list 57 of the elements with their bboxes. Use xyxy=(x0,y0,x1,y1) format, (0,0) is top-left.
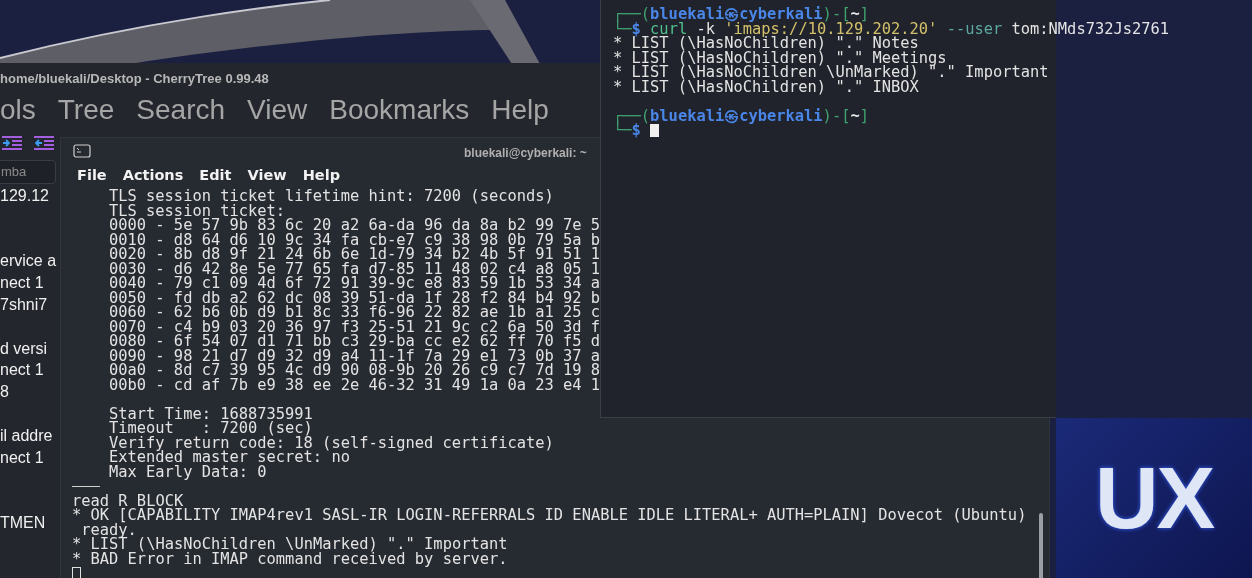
terminal-line: 0030 - d6 42 8e 5e 77 65 fa d7-85 11 48 02 c4 a8 05 1 xyxy=(109,261,602,276)
indent-icon[interactable] xyxy=(2,136,22,150)
terminal-line: * LIST (\HasNoChildren) "." INBOX xyxy=(613,79,919,94)
terminal-line: 0060 - 62 b6 0b d9 b1 8c 33 f6-96 22 82 ae 1b a1 25 c xyxy=(109,305,602,320)
terminal-line: Max Early Data: 0 xyxy=(109,464,268,479)
window-title: bluekali@cyberkali: ~ xyxy=(464,145,587,162)
tree-node-text[interactable]: nect 1 xyxy=(0,359,57,382)
menu-item[interactable]: Bookmarks xyxy=(329,93,470,127)
terminal-line: 0020 - 8b d8 9f 21 24 6b 6e 1d-79 34 b2 4b 5f 91 51 1 xyxy=(109,247,602,262)
tree-node-text[interactable]: TMEN xyxy=(0,511,57,534)
terminal-line: * LIST (\HasNoChildren) "." Notes xyxy=(613,36,919,51)
terminal-line: 00a0 - 8d c7 39 95 4c d9 90 08-9b 20 26 c9 c7 7d 19 8 xyxy=(109,363,602,378)
terminal-line: ready. xyxy=(80,522,137,537)
terminal-line: 00b0 - cd af 7b e9 38 ee 2e 46-32 31 49 1a 0a 23 e4 1 xyxy=(109,377,602,392)
terminal-icon xyxy=(73,144,91,158)
terminal-line: 0090 - 98 21 d7 d9 32 d9 a4 11-1f 7a 29 e1 73 0b 37 a xyxy=(109,348,602,363)
terminal-line: 0010 - d8 64 d6 10 9c 34 fa cb-e7 c9 38 98 0b 79 5a b xyxy=(109,232,602,247)
terminal-line: Start Time: 1688735991 xyxy=(109,406,314,421)
terminal-line: Timeout : 7200 (sec) xyxy=(109,421,314,436)
terminal-line: 0000 - 5e 57 9b 83 6c 20 a2 6a-da 96 da 8a b2 99 7e 5 xyxy=(109,218,602,233)
tree-node-text[interactable]: 8 xyxy=(0,381,57,403)
terminal-line: Extended master secret: no xyxy=(109,450,350,465)
terminal-line: * BAD Error in IMAP command received by server. xyxy=(72,551,509,566)
terminal-line: * LIST (\HasNoChildren \UnMarked) "." Important xyxy=(72,537,509,552)
wallpaper-logo: UX xyxy=(1056,418,1252,578)
terminal-line: TLS session ticket lifetime hint: 7200 (seconds) xyxy=(109,189,555,204)
tree-node-text[interactable]: 129.12 xyxy=(0,185,57,207)
window-title: home/bluekali/Desktop - CherryTree 0.99.48 xyxy=(0,70,269,88)
menu-item[interactable]: ols xyxy=(0,93,36,127)
menu-item[interactable]: View xyxy=(247,165,287,187)
terminal-line: * LIST (\HasNoChildren \UnMarked) "." Important xyxy=(613,65,1049,80)
terminal-line: read R BLOCK xyxy=(72,493,184,508)
menu-item[interactable]: Actions xyxy=(122,165,184,187)
menu-item[interactable]: Search xyxy=(136,93,226,127)
terminal-line: * LIST (\HasNoChildren) "." Meetings xyxy=(613,50,947,65)
tree-node-text[interactable]: nect 1 xyxy=(0,272,57,294)
tree-node-text[interactable]: 7shni7 xyxy=(0,294,57,316)
terminal-line: 0040 - 79 c1 09 4d 6f 72 91 39-9c e8 83 59 1b 53 34 a xyxy=(109,276,602,291)
indent-icon[interactable] xyxy=(34,136,54,150)
menu-item[interactable]: Help xyxy=(302,165,340,187)
menu-item[interactable]: Tree xyxy=(57,93,115,127)
menu-item[interactable]: Edit xyxy=(199,165,232,187)
terminal-line: 0070 - c4 b9 03 20 36 97 f3 25-51 21 9c c2 6a 50 3d f xyxy=(109,319,602,334)
menu-item[interactable]: Help xyxy=(491,93,549,127)
tree-node-text[interactable]: d versi xyxy=(0,337,57,360)
scrollbar[interactable] xyxy=(1039,513,1043,578)
terminal-line: * OK [CAPABILITY IMAP4rev1 SASL-IR LOGIN-REFERRALS ID ENABLE IDLE LITERAL+ AUTH=PLAIN] Dovecot (Ubuntu) xyxy=(72,508,1028,523)
search-field[interactable]: mba xyxy=(0,160,56,184)
menu-item[interactable]: View xyxy=(247,93,308,127)
terminal-line: TLS session ticket: xyxy=(109,203,286,218)
terminal-line: 0050 - fd db a2 62 dc 08 39 51-da 1f 28 f2 84 b4 92 b xyxy=(109,290,602,305)
terminal-line: Verify return code: 18 (self-signed certificate) xyxy=(109,435,555,450)
menu-item[interactable]: File xyxy=(77,165,107,187)
tree-node-text[interactable]: ervice a xyxy=(0,250,57,273)
tree-node-text[interactable]: il addre xyxy=(0,424,57,447)
terminal-line: 0080 - 6f 54 07 d1 71 bb c3 29-ba cc e2 62 ff 70 f5 d xyxy=(109,334,602,349)
tree-node-text[interactable]: nect 1 xyxy=(0,446,57,469)
